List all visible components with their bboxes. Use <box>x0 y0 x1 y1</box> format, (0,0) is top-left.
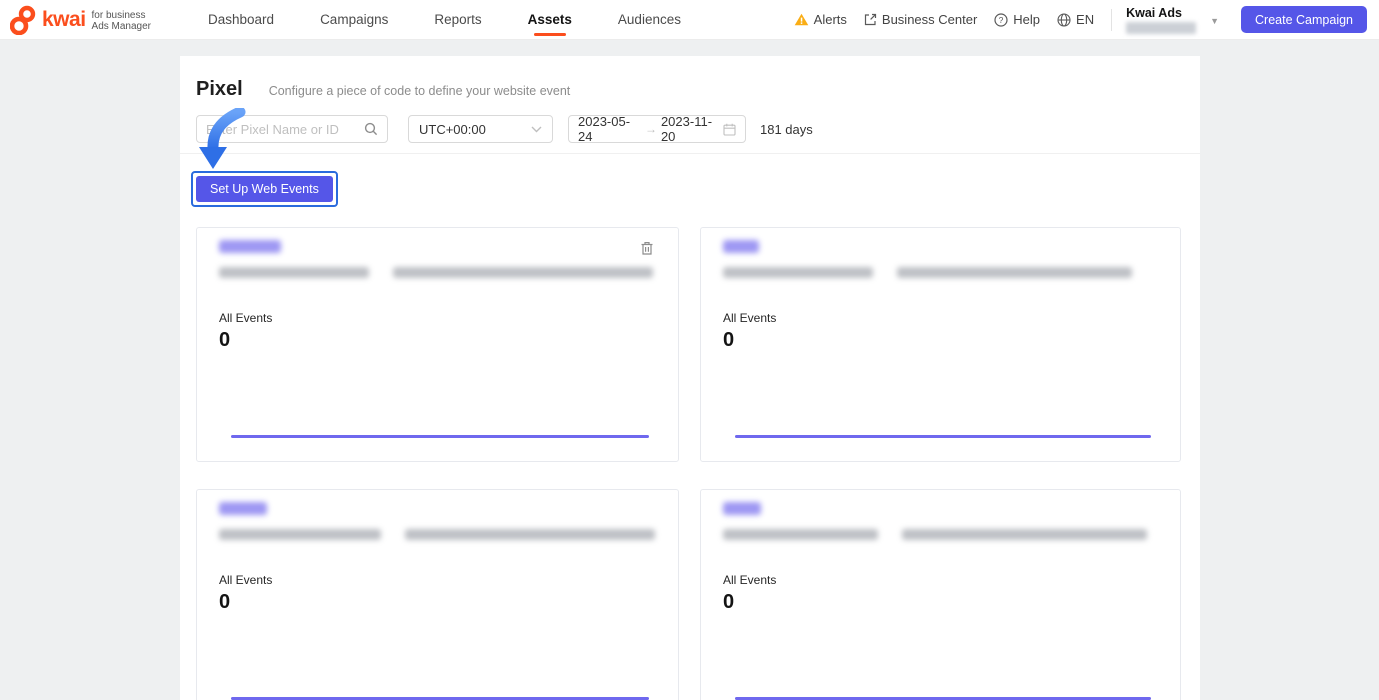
business-center-link[interactable]: Business Center <box>864 12 977 27</box>
timezone-value: UTC+00:00 <box>419 121 486 137</box>
metric-label: All Events <box>723 311 777 325</box>
top-nav: kwai for business Ads Manager Dashboard … <box>0 0 1379 40</box>
language-switcher[interactable]: EN <box>1057 12 1094 27</box>
calendar-icon <box>723 123 736 136</box>
pixel-search-box <box>196 115 388 143</box>
account-name: Kwai Ads <box>1126 5 1182 20</box>
nav-item-reports[interactable]: Reports <box>411 0 504 40</box>
date-start: 2023-05-24 <box>578 114 631 144</box>
help-button[interactable]: ? Help <box>994 12 1040 27</box>
pixel-card: All Events 0 <box>196 489 679 700</box>
metric-label: All Events <box>219 311 273 325</box>
account-switcher[interactable]: Kwai Ads ▼ <box>1126 6 1225 34</box>
business-center-label: Business Center <box>881 12 978 27</box>
logo-tagline-line1: for business <box>91 9 146 21</box>
date-range-picker[interactable]: 2023-05-24 → 2023-11-20 <box>568 114 746 144</box>
account-id-blurred <box>1126 21 1197 34</box>
page-title: Pixel <box>196 78 243 100</box>
events-flatline-chart <box>735 435 1151 438</box>
globe-icon <box>1057 12 1071 27</box>
metric-label: All Events <box>219 573 273 587</box>
date-arrow: → <box>644 122 657 136</box>
nav-utilities: Alerts Business Center ? Help EN Kwai Ad… <box>777 6 1367 34</box>
pixel-id-blurred <box>723 267 1158 278</box>
date-end: 2023-11-20 <box>660 114 713 144</box>
logo-tagline: for business Ads Manager <box>92 10 151 32</box>
pixel-id-blurred <box>219 267 656 278</box>
pixel-id-blurred <box>219 529 656 540</box>
pixel-name-blurred[interactable] <box>219 240 281 253</box>
question-circle-icon: ? <box>994 12 1008 27</box>
pixel-name-blurred[interactable] <box>219 502 267 515</box>
metric-value: 0 <box>723 591 735 613</box>
kwai-logo-text: kwai <box>42 7 86 31</box>
pixel-cards-grid: All Events 0 All Events 0 All Events 0 A… <box>180 208 1200 700</box>
svg-text:?: ? <box>999 14 1004 24</box>
nav-item-dashboard[interactable]: Dashboard <box>185 0 297 40</box>
primary-nav: Dashboard Campaigns Reports Assets Audie… <box>185 0 704 40</box>
filter-bar: UTC+00:00 2023-05-24 → 2023-11-20 181 da… <box>180 101 1200 144</box>
page-subtitle: Configure a piece of code to define your… <box>268 84 571 98</box>
pixel-card: All Events 0 <box>196 227 679 462</box>
page-header: Pixel Configure a piece of code to defin… <box>180 56 1200 101</box>
alerts-label: Alerts <box>813 12 847 27</box>
external-link-icon <box>864 13 877 26</box>
metric-value: 0 <box>219 329 231 351</box>
trash-icon <box>640 241 654 256</box>
card-metric: All Events 0 <box>723 311 1158 352</box>
language-label: EN <box>1076 12 1095 27</box>
card-metric: All Events 0 <box>219 573 656 614</box>
pixel-card: All Events 0 <box>700 227 1181 462</box>
card-metric: All Events 0 <box>723 573 1158 614</box>
nav-separator <box>1111 8 1113 31</box>
pixel-card: All Events 0 <box>700 489 1181 700</box>
create-campaign-button[interactable]: Create Campaign <box>1241 6 1367 33</box>
search-icon[interactable] <box>364 122 378 136</box>
metric-value: 0 <box>723 329 735 351</box>
setup-web-events-button[interactable]: Set Up Web Events <box>196 176 333 202</box>
setup-section: Set Up Web Events <box>180 108 1200 208</box>
pixel-name-blurred[interactable] <box>723 502 761 515</box>
kwai-logo[interactable]: kwai for business Ads Manager <box>10 5 151 35</box>
chevron-down-icon: ▼ <box>1210 15 1220 26</box>
chevron-down-icon <box>531 126 542 133</box>
alerts-button[interactable]: Alerts <box>794 12 847 27</box>
metric-value: 0 <box>219 591 231 613</box>
timezone-select[interactable]: UTC+00:00 <box>408 115 553 143</box>
pixel-name-blurred[interactable] <box>723 240 759 253</box>
pixel-panel: Pixel Configure a piece of code to defin… <box>180 56 1200 700</box>
nav-item-audiences[interactable]: Audiences <box>595 0 704 40</box>
alert-triangle-icon <box>794 13 809 26</box>
delete-pixel-button[interactable] <box>640 241 654 261</box>
search-input[interactable] <box>206 121 364 137</box>
pixel-id-blurred <box>723 529 1158 540</box>
card-metric: All Events 0 <box>219 311 656 352</box>
kwai-logo-icon <box>10 5 37 35</box>
metric-label: All Events <box>723 573 777 587</box>
annotation-highlight-box: Set Up Web Events <box>191 171 338 207</box>
help-label: Help <box>1013 12 1041 27</box>
nav-item-campaigns[interactable]: Campaigns <box>297 0 411 40</box>
logo-tagline-line2: Ads Manager <box>91 20 152 32</box>
events-flatline-chart <box>231 435 649 438</box>
date-range-duration: 181 days <box>760 121 813 137</box>
nav-item-assets[interactable]: Assets <box>505 0 595 40</box>
